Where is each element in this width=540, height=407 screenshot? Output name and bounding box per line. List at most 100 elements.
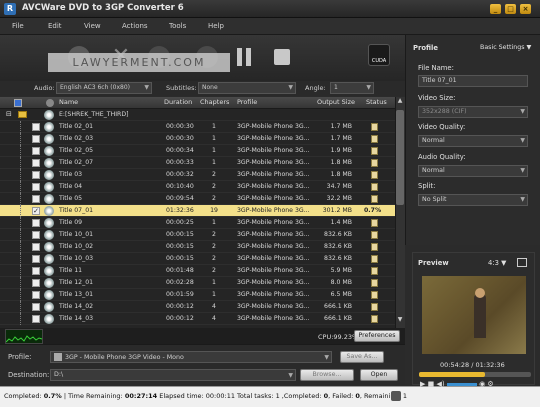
table-row[interactable]: Title 12_01 00:02:28 1 3GP-Mobile Phone 3G.… <box>0 277 395 289</box>
table-row[interactable]: Title 02_01 00:00:30 1 3GP-Mobile Phone 3G.… <box>0 121 395 133</box>
play-icon[interactable]: ▶ <box>420 380 425 388</box>
edit-status-icon[interactable] <box>371 195 378 203</box>
table-row[interactable]: Title 11 00:01:48 2 3GP-Mobile Phone 3G... 5… <box>0 265 395 277</box>
menu-tools[interactable]: Tools <box>169 22 186 30</box>
row-checkbox[interactable] <box>32 243 40 251</box>
basic-settings-dropdown[interactable]: Basic Settings ▼ <box>480 44 531 51</box>
video-quality-select[interactable]: Normal ▼ <box>418 135 528 147</box>
row-checkbox[interactable] <box>32 303 40 311</box>
row-checkbox[interactable] <box>32 195 40 203</box>
col-duration-header[interactable]: Duration <box>164 98 192 106</box>
row-checkbox[interactable] <box>32 315 40 323</box>
table-row[interactable]: Title 10_03 00:00:15 2 3GP-Mobile Phone 3G.… <box>0 253 395 265</box>
title-list: ⊟ E:[SHREK_THE_THIRD] Title 02_01 00:00:3… <box>0 109 395 328</box>
table-row[interactable]: Title 02_05 00:00:34 1 3GP-Mobile Phone 3G.… <box>0 145 395 157</box>
edit-status-icon[interactable] <box>371 135 378 143</box>
row-checkbox[interactable] <box>32 219 40 227</box>
table-row[interactable]: Title 05 00:09:54 2 3GP-Mobile Phone 3G... 3… <box>0 193 395 205</box>
menu-actions[interactable]: Actions <box>122 22 148 30</box>
maximize-button[interactable]: □ <box>505 4 516 14</box>
edit-status-icon[interactable] <box>371 243 378 251</box>
row-checkbox[interactable]: ✓ <box>32 207 40 215</box>
edit-status-icon[interactable] <box>371 291 378 299</box>
aspect-ratio-select[interactable]: 4:3 ▼ <box>488 259 506 267</box>
tree-root-row[interactable]: ⊟ E:[SHREK_THE_THIRD] <box>0 109 395 121</box>
table-row[interactable]: Title 04 00:10:40 2 3GP-Mobile Phone 3G... 3… <box>0 181 395 193</box>
settings-icon[interactable]: ⚙ <box>487 380 493 388</box>
row-checkbox[interactable] <box>32 147 40 155</box>
menu-edit[interactable]: Edit <box>48 22 62 30</box>
snapshot-icon[interactable]: ◉ <box>479 380 485 388</box>
menu-help[interactable]: Help <box>208 22 224 30</box>
row-checkbox[interactable] <box>32 291 40 299</box>
menu-file[interactable]: File <box>12 22 24 30</box>
table-row[interactable]: Title 14_02 00:00:12 4 3GP-Mobile Phone 3G.… <box>0 301 395 313</box>
table-row[interactable]: ✓ Title 07_01 01:32:36 19 3GP-Mobile Phone 3… <box>0 205 395 217</box>
scrollbar-thumb[interactable] <box>396 110 404 205</box>
edit-status-icon[interactable] <box>371 231 378 239</box>
edit-status-icon[interactable] <box>371 147 378 155</box>
angle-select[interactable]: 1 ▼ <box>330 82 374 94</box>
table-row[interactable]: Title 02_03 00:00:30 1 3GP-Mobile Phone 3G.… <box>0 133 395 145</box>
popout-icon[interactable] <box>517 258 527 267</box>
table-row[interactable]: Title 03 00:00:32 2 3GP-Mobile Phone 3G... 1… <box>0 169 395 181</box>
table-row[interactable]: Title 13_01 00:01:59 1 3GP-Mobile Phone 3G.… <box>0 289 395 301</box>
edit-status-icon[interactable] <box>371 279 378 287</box>
edit-status-icon[interactable] <box>371 315 378 323</box>
row-checkbox[interactable] <box>32 159 40 167</box>
edit-status-icon[interactable] <box>371 219 378 227</box>
profile-select[interactable]: 3GP - Mobile Phone 3GP Video - Mono ▼ <box>50 351 332 363</box>
collapse-icon[interactable]: ⊟ <box>6 110 12 118</box>
col-profile-header[interactable]: Profile <box>237 98 257 106</box>
edit-status-icon[interactable] <box>371 171 378 179</box>
edit-status-icon[interactable] <box>371 267 378 275</box>
col-chapters-header[interactable]: Chapters <box>200 98 229 106</box>
open-button[interactable]: Open <box>360 369 398 381</box>
volume-icon[interactable]: ◀) <box>436 380 444 388</box>
subtitles-select[interactable]: None ▼ <box>198 82 296 94</box>
edit-status-icon[interactable] <box>371 159 378 167</box>
split-select[interactable]: No Split ▼ <box>418 194 528 206</box>
table-row[interactable]: Title 10_02 00:00:15 2 3GP-Mobile Phone 3G.… <box>0 241 395 253</box>
edit-status-icon[interactable] <box>371 123 378 131</box>
log-icon[interactable] <box>391 391 401 401</box>
table-row[interactable]: Title 09 00:00:25 1 3GP-Mobile Phone 3G... 1… <box>0 217 395 229</box>
volume-slider[interactable] <box>446 382 477 386</box>
video-size-select[interactable]: 352x288 (CIF) ▼ <box>418 106 528 118</box>
table-row[interactable]: Title 14_03 00:00:12 4 3GP-Mobile Phone 3G.… <box>0 313 395 325</box>
menu-view[interactable]: View <box>84 22 101 30</box>
scroll-down-icon[interactable]: ▼ <box>396 316 404 326</box>
preview-video <box>422 276 526 354</box>
edit-status-icon[interactable] <box>371 183 378 191</box>
edit-status-icon[interactable] <box>371 255 378 263</box>
audio-quality-select[interactable]: Normal ▼ <box>418 165 528 177</box>
stop-icon[interactable]: ■ <box>428 380 435 388</box>
row-checkbox[interactable] <box>32 171 40 179</box>
col-name-header[interactable]: Name <box>59 98 78 106</box>
row-checkbox[interactable] <box>32 183 40 191</box>
stop-button[interactable] <box>274 49 290 65</box>
row-checkbox[interactable] <box>32 123 40 131</box>
row-checkbox[interactable] <box>32 255 40 263</box>
row-checkbox[interactable] <box>32 279 40 287</box>
file-name-input[interactable]: Title 07_01 <box>418 75 528 87</box>
row-chapters: 1 <box>212 159 216 166</box>
col-status-header[interactable]: Status <box>366 98 387 106</box>
save-as-button[interactable]: Save As... <box>340 351 384 363</box>
minimize-button[interactable]: _ <box>490 4 501 14</box>
audio-select[interactable]: English AC3 6ch (0x80) ▼ <box>56 82 152 94</box>
col-output-size-header[interactable]: Output Size <box>317 98 355 106</box>
preferences-button[interactable]: Preferences <box>354 330 400 342</box>
row-checkbox[interactable] <box>32 231 40 239</box>
row-checkbox[interactable] <box>32 267 40 275</box>
destination-field[interactable]: D:\ ▼ <box>50 369 296 381</box>
pause-button[interactable] <box>235 48 253 66</box>
close-button[interactable]: × <box>520 4 531 14</box>
table-row[interactable]: Title 02_07 00:00:33 1 3GP-Mobile Phone 3G.… <box>0 157 395 169</box>
browse-button[interactable]: Browse... <box>300 369 354 381</box>
row-checkbox[interactable] <box>32 135 40 143</box>
select-all-checkbox[interactable] <box>14 99 22 107</box>
edit-status-icon[interactable] <box>371 303 378 311</box>
table-row[interactable]: Title 10_01 00:00:15 2 3GP-Mobile Phone 3G.… <box>0 229 395 241</box>
scroll-up-icon[interactable]: ▲ <box>396 97 404 107</box>
